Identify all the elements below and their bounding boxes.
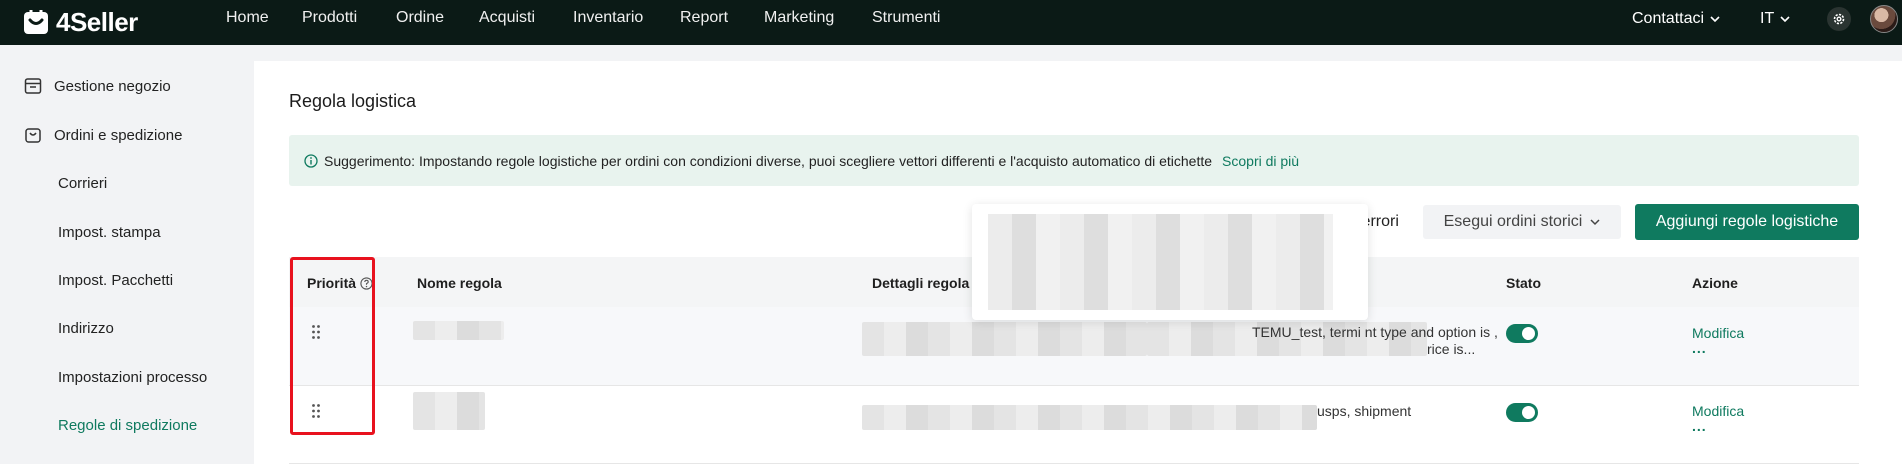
tip-text: Suggerimento: Impostando regole logistic… xyxy=(324,152,1213,169)
nav-inventario[interactable]: Inventario xyxy=(573,10,643,26)
more-actions-button[interactable]: ... xyxy=(1692,340,1707,356)
status-toggle[interactable] xyxy=(1506,324,1538,343)
chevron-down-icon xyxy=(1710,16,1720,23)
sidebar-group-label: Ordini e spedizione xyxy=(54,126,183,144)
shopping-bag-icon xyxy=(25,128,41,143)
add-logistics-rule-button[interactable]: Aggiungi regole logistiche xyxy=(1635,204,1859,240)
redacted-tooltip-content xyxy=(988,214,1333,310)
run-historical-orders-dropdown[interactable]: Esegui ordini storici xyxy=(1423,205,1621,239)
redacted-rule-name xyxy=(413,392,485,430)
column-rule-details: Dettagli regola xyxy=(872,275,970,291)
page-title: Regola logistica xyxy=(289,91,417,111)
tooltip-popup xyxy=(972,204,1368,320)
redacted-rule-name xyxy=(413,321,504,340)
sidebar-item-corrieri[interactable]: Corrieri xyxy=(58,175,107,192)
status-toggle[interactable] xyxy=(1506,403,1538,422)
nav-ordine[interactable]: Ordine xyxy=(396,10,444,26)
contact-menu[interactable]: Contattaci xyxy=(1632,10,1720,28)
priority-column-highlight-box xyxy=(290,257,375,435)
edit-link[interactable]: Modifica xyxy=(1692,403,1744,419)
rule-details-text: rice is... xyxy=(1427,341,1476,357)
bag-logo-icon xyxy=(24,10,48,34)
rule-details-text: usps, shipment xyxy=(1317,403,1412,419)
nav-home[interactable]: Home xyxy=(226,10,269,26)
sidebar-group-label: Gestione negozio xyxy=(54,77,171,95)
store-icon xyxy=(24,78,42,94)
sidebar-item-impost-stampa[interactable]: Impost. stampa xyxy=(58,224,161,241)
top-navigation-bar: 4Seller Home Prodotti Ordine Acquisti In… xyxy=(0,0,1902,45)
nav-acquisti[interactable]: Acquisti xyxy=(479,10,535,26)
sidebar-item-impostazioni-processo[interactable]: Impostazioni processo xyxy=(58,369,207,386)
redacted-rule-details xyxy=(862,405,1317,430)
nav-marketing[interactable]: Marketing xyxy=(764,10,834,26)
gear-icon xyxy=(1833,13,1845,25)
user-avatar[interactable] xyxy=(1870,5,1898,33)
chevron-down-icon xyxy=(1780,16,1790,23)
column-action: Azione xyxy=(1692,275,1738,291)
column-rule-name: Nome regola xyxy=(417,275,502,291)
language-label: IT xyxy=(1760,10,1775,27)
sidebar-group-ordini-spedizione[interactable]: Ordini e spedizione xyxy=(24,126,182,144)
logo-text: 4Seller xyxy=(56,6,138,37)
nav-prodotti[interactable]: Prodotti xyxy=(302,10,357,26)
settings-button[interactable] xyxy=(1827,7,1851,31)
redacted-rule-details xyxy=(862,322,1147,356)
learn-more-link[interactable]: Scopri di più xyxy=(1222,153,1299,169)
contact-label: Contattaci xyxy=(1632,10,1705,27)
sidebar-item-regole-spedizione[interactable]: Regole di spedizione xyxy=(58,417,197,434)
history-button-label: Esegui ordini storici xyxy=(1443,213,1583,230)
info-icon xyxy=(304,153,318,168)
sidebar-item-impost-pacchetti[interactable]: Impost. Pacchetti xyxy=(58,272,173,289)
language-menu[interactable]: IT xyxy=(1760,10,1790,28)
more-actions-button[interactable]: ... xyxy=(1692,418,1707,434)
chevron-down-icon xyxy=(1590,219,1600,226)
column-status: Stato xyxy=(1506,275,1541,291)
logo[interactable]: 4Seller xyxy=(22,4,138,40)
sidebar-item-indirizzo[interactable]: Indirizzo xyxy=(58,320,114,337)
tip-banner: Suggerimento: Impostando regole logistic… xyxy=(289,135,1859,186)
sidebar xyxy=(0,45,254,464)
sidebar-group-gestione-negozio[interactable]: Gestione negozio xyxy=(24,77,171,95)
nav-report[interactable]: Report xyxy=(680,10,728,26)
nav-strumenti[interactable]: Strumenti xyxy=(872,10,940,26)
rule-details-text: TEMU_test, termi nt type and option is , xyxy=(1252,324,1498,340)
edit-link[interactable]: Modifica xyxy=(1692,325,1744,341)
